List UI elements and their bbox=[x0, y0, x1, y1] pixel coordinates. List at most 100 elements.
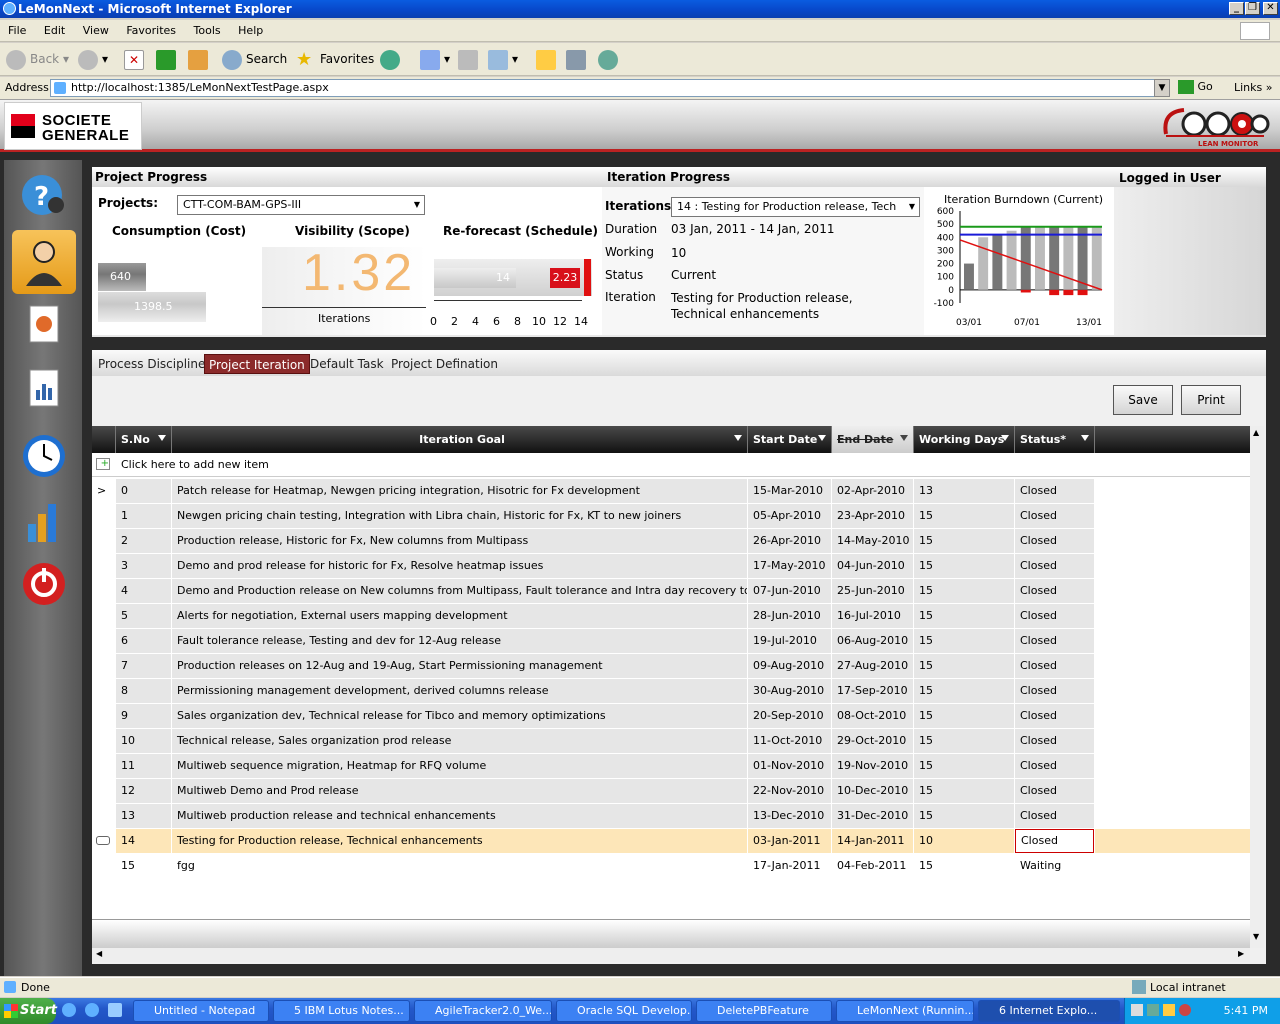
cell-end-date[interactable]: 04-Jun-2010 bbox=[832, 554, 913, 578]
row-selector[interactable] bbox=[92, 604, 115, 628]
cell-status[interactable]: Closed bbox=[1015, 479, 1094, 503]
menu-file[interactable]: File bbox=[0, 20, 32, 37]
tray-icon[interactable] bbox=[1163, 1004, 1175, 1016]
task-agiletracker[interactable]: AgileTracker2.0_We... bbox=[414, 1000, 552, 1022]
cell-end-date[interactable]: 10-Dec-2010 bbox=[832, 779, 913, 803]
cell-end-date[interactable]: 02-Apr-2010 bbox=[832, 479, 913, 503]
cell-working-days[interactable]: 15 bbox=[914, 754, 1014, 778]
tab-process-discipline[interactable]: Process Discipline bbox=[94, 354, 209, 374]
cell-sno[interactable]: 0 bbox=[116, 479, 171, 503]
cell-sno[interactable]: 7 bbox=[116, 654, 171, 678]
cell-end-date[interactable]: 14-Jan-2011 bbox=[832, 829, 913, 853]
cell-working-days[interactable]: 15 bbox=[914, 604, 1014, 628]
column-header-iteration-goal[interactable]: Iteration Goal bbox=[172, 426, 748, 453]
row-selector[interactable] bbox=[92, 529, 115, 553]
cell-sno[interactable]: 2 bbox=[116, 529, 171, 553]
cell-sno[interactable]: 8 bbox=[116, 679, 171, 703]
cell-sno[interactable]: 14 bbox=[116, 829, 171, 853]
table-row[interactable]: 4 Demo and Production release on New colu… bbox=[92, 579, 1250, 604]
table-row[interactable]: 9 Sales organization dev, Technical relea… bbox=[92, 704, 1250, 729]
cell-end-date[interactable]: 04-Feb-2011 bbox=[832, 854, 913, 878]
cell-end-date[interactable]: 17-Sep-2010 bbox=[832, 679, 913, 703]
cell-end-date[interactable]: 23-Apr-2010 bbox=[832, 504, 913, 528]
filter-icon[interactable] bbox=[158, 435, 166, 441]
nav-clock-button[interactable] bbox=[12, 424, 76, 488]
cell-start-date[interactable]: 13-Dec-2010 bbox=[748, 804, 831, 828]
cell-start-date[interactable]: 30-Aug-2010 bbox=[748, 679, 831, 703]
cell-working-days[interactable]: 15 bbox=[914, 554, 1014, 578]
history-button[interactable] bbox=[380, 48, 404, 70]
cell-iteration-goal[interactable]: Multiweb Demo and Prod release bbox=[172, 779, 747, 803]
tab-project-iteration[interactable]: Project Iteration bbox=[204, 354, 310, 374]
column-header-sno[interactable]: S.No bbox=[116, 426, 172, 453]
scroll-right-icon[interactable]: ▶ bbox=[1238, 949, 1244, 958]
cell-iteration-goal[interactable]: Multiweb production release and technica… bbox=[172, 804, 747, 828]
edit-button[interactable]: ▾ bbox=[488, 48, 518, 70]
cell-working-days[interactable]: 15 bbox=[914, 529, 1014, 553]
cell-sno[interactable]: 11 bbox=[116, 754, 171, 778]
cell-start-date[interactable]: 05-Apr-2010 bbox=[748, 504, 831, 528]
print-toolbar-button[interactable] bbox=[458, 48, 482, 70]
row-selector[interactable] bbox=[92, 504, 115, 528]
go-button[interactable]: Go bbox=[1178, 80, 1213, 94]
menu-view[interactable]: View bbox=[75, 20, 115, 37]
cell-status[interactable]: Closed bbox=[1015, 804, 1094, 828]
filter-icon[interactable] bbox=[900, 435, 908, 441]
row-selector[interactable] bbox=[92, 654, 115, 678]
row-selector[interactable] bbox=[92, 579, 115, 603]
cell-status[interactable]: Closed bbox=[1015, 779, 1094, 803]
table-row[interactable]: >0 Patch release for Heatmap, Newgen pric… bbox=[92, 479, 1250, 504]
cell-sno[interactable]: 10 bbox=[116, 729, 171, 753]
column-header-working-days[interactable]: Working Days bbox=[914, 426, 1015, 453]
tray-icon[interactable] bbox=[1147, 1004, 1159, 1016]
nav-logout-button[interactable] bbox=[12, 554, 76, 618]
cell-iteration-goal[interactable]: Alerts for negotiation, External users m… bbox=[172, 604, 747, 628]
row-selector[interactable] bbox=[92, 679, 115, 703]
table-row[interactable]: 3 Demo and prod release for historic for … bbox=[92, 554, 1250, 579]
tab-default-task[interactable]: Default Task bbox=[306, 354, 388, 374]
table-row[interactable]: 15 fgg 17-Jan-2011 04-Feb-2011 15 Waiting bbox=[92, 854, 1250, 879]
forward-button[interactable]: ▾ bbox=[78, 48, 108, 70]
cell-start-date[interactable]: 01-Nov-2010 bbox=[748, 754, 831, 778]
restore-button[interactable]: ❐ bbox=[1245, 2, 1260, 15]
cell-end-date[interactable]: 31-Dec-2010 bbox=[832, 804, 913, 828]
row-selector[interactable] bbox=[92, 779, 115, 803]
projects-select[interactable]: CTT-COM-BAM-GPS-III ▼ bbox=[177, 195, 425, 215]
cell-working-days[interactable]: 15 bbox=[914, 729, 1014, 753]
table-row[interactable]: 10 Technical release, Sales organization … bbox=[92, 729, 1250, 754]
cell-working-days[interactable]: 15 bbox=[914, 504, 1014, 528]
quicklaunch-ie2-icon[interactable] bbox=[85, 1003, 99, 1017]
cell-start-date[interactable]: 17-May-2010 bbox=[748, 554, 831, 578]
cell-status[interactable]: Closed bbox=[1015, 654, 1094, 678]
scroll-up-icon[interactable]: ▲ bbox=[1253, 428, 1259, 437]
cell-status[interactable]: Closed bbox=[1015, 629, 1094, 653]
cell-sno[interactable]: 15 bbox=[116, 854, 171, 878]
cell-end-date[interactable]: 27-Aug-2010 bbox=[832, 654, 913, 678]
cell-iteration-goal[interactable]: Newgen pricing chain testing, Integratio… bbox=[172, 504, 747, 528]
cell-working-days[interactable]: 13 bbox=[914, 479, 1014, 503]
row-selector[interactable] bbox=[92, 754, 115, 778]
cell-iteration-goal[interactable]: Patch release for Heatmap, Newgen pricin… bbox=[172, 479, 747, 503]
cell-iteration-goal[interactable]: Demo and Production release on New colum… bbox=[172, 579, 747, 603]
cell-sno[interactable]: 12 bbox=[116, 779, 171, 803]
tab-project-defination[interactable]: Project Defination bbox=[387, 354, 502, 374]
cell-iteration-goal[interactable]: Fault tolerance release, Testing and dev… bbox=[172, 629, 747, 653]
cell-iteration-goal[interactable]: Sales organization dev, Technical releas… bbox=[172, 704, 747, 728]
cell-end-date[interactable]: 19-Nov-2010 bbox=[832, 754, 913, 778]
column-header-status[interactable]: Status* bbox=[1015, 426, 1095, 453]
table-row[interactable]: 12 Multiweb Demo and Prod release 22-Nov-2… bbox=[92, 779, 1250, 804]
start-button[interactable]: Start bbox=[0, 998, 57, 1024]
links-button[interactable]: Links » bbox=[1234, 81, 1273, 94]
back-button[interactable]: Back ▾ bbox=[6, 48, 69, 70]
cell-end-date[interactable]: 06-Aug-2010 bbox=[832, 629, 913, 653]
cell-working-days[interactable]: 10 bbox=[914, 829, 1014, 853]
cell-start-date[interactable]: 03-Jan-2011 bbox=[748, 829, 831, 853]
cell-sno[interactable]: 1 bbox=[116, 504, 171, 528]
cell-iteration-goal[interactable]: Permissioning management development, de… bbox=[172, 679, 747, 703]
row-selector[interactable] bbox=[92, 829, 115, 853]
cell-start-date[interactable]: 28-Jun-2010 bbox=[748, 604, 831, 628]
cell-sno[interactable]: 6 bbox=[116, 629, 171, 653]
cell-status[interactable]: Closed bbox=[1015, 829, 1094, 853]
cell-status[interactable]: Waiting bbox=[1015, 854, 1094, 878]
nav-report-button[interactable] bbox=[12, 360, 76, 424]
